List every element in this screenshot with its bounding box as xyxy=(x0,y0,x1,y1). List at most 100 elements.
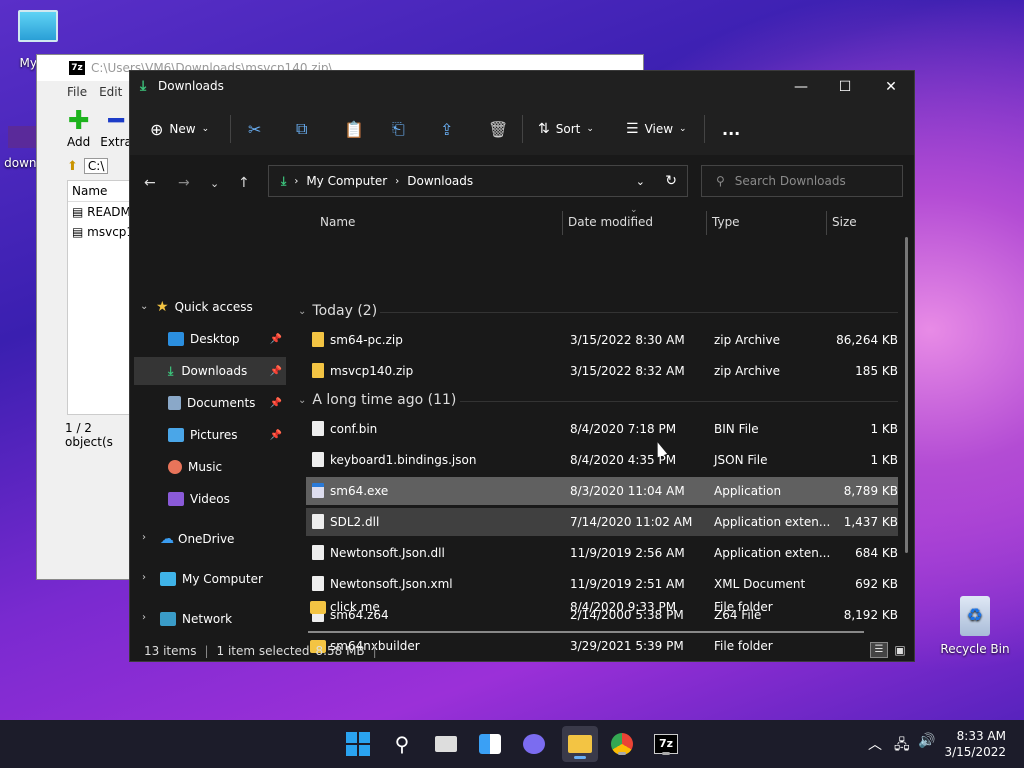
table-row[interactable]: keyboard1.bindings.json 8/4/2020 4:35 PM… xyxy=(306,446,898,474)
nav-desktop[interactable]: Desktop 📌 xyxy=(134,325,286,353)
zip-toolbar: ✚ Add ━ Extra xyxy=(67,107,132,153)
horizontal-scrollbar[interactable] xyxy=(308,631,864,633)
zip-path-bar[interactable]: ⬆ C:\ xyxy=(67,155,137,177)
desktop-icon-recycle-bin[interactable]: ♻ Recycle Bin xyxy=(940,596,1010,656)
teams-chat-button[interactable] xyxy=(520,730,548,758)
zip-col-name[interactable]: Name xyxy=(68,181,136,202)
chevron-down-icon: ⌄ xyxy=(298,394,307,406)
chevron-up-icon[interactable]: ︿ xyxy=(868,734,882,754)
chevron-right-icon: › xyxy=(395,175,400,187)
share-button[interactable]: ⇪ xyxy=(440,120,453,139)
vertical-scrollbar[interactable] xyxy=(905,237,908,553)
clock-date: 3/15/2022 xyxy=(944,745,1006,759)
search-button[interactable]: ⚲ xyxy=(388,730,416,758)
column-header-date[interactable]: Date modified xyxy=(568,215,653,229)
group-header-today[interactable]: ⌄ Today (2) xyxy=(298,303,377,319)
column-header-size[interactable]: Size xyxy=(832,215,857,229)
zip-file-list[interactable]: Name ▤ README ▤ msvcp14 xyxy=(67,180,137,415)
explorer-window[interactable]: ⤓ Downloads — ☐ ✕ ⊕ New ⌄ ✂ ⧉ 📋 ⎗ ⇪ 🗑 ⇅ … xyxy=(129,70,915,662)
network-icon xyxy=(160,612,176,626)
nav-music[interactable]: Music xyxy=(134,453,286,481)
taskbar-7zip[interactable]: 7z xyxy=(652,730,680,758)
chevron-down-icon[interactable]: ⌄ xyxy=(140,301,148,312)
nav-quick-access[interactable]: ★ Quick access xyxy=(156,293,308,321)
window-title: Downloads xyxy=(158,79,224,93)
widgets-icon xyxy=(479,734,501,754)
delete-button[interactable]: 🗑 xyxy=(488,120,508,139)
cut-button[interactable]: ✂ xyxy=(248,120,261,139)
network-tray-icon[interactable]: 🖧 xyxy=(894,734,910,758)
table-row[interactable]: click me 8/4/2020 9:33 PM File folder xyxy=(306,593,898,621)
refresh-icon[interactable]: ↻ xyxy=(665,173,677,189)
task-view-button[interactable] xyxy=(432,730,460,758)
breadcrumb-my-computer[interactable]: My Computer xyxy=(306,174,387,188)
computer-icon xyxy=(160,572,176,586)
folder-icon xyxy=(568,735,592,753)
more-options-button[interactable]: ... xyxy=(722,120,740,139)
zip-menu-file[interactable]: File xyxy=(67,85,87,99)
explorer-titlebar[interactable]: ⤓ Downloads — ☐ ✕ xyxy=(130,71,914,103)
file-icon xyxy=(312,421,324,436)
taskbar-file-explorer[interactable] xyxy=(562,726,598,762)
address-row: ← → ⌄ ↑ ⤓ › My Computer › Downloads ⌄ ↻ … xyxy=(130,155,914,207)
search-box[interactable]: ⚲ Search Downloads xyxy=(701,165,903,197)
table-row[interactable]: conf.bin 8/4/2020 7:18 PM BIN File 1 KB xyxy=(306,415,898,443)
address-dropdown-icon[interactable]: ⌄ xyxy=(636,175,645,188)
nav-pictures[interactable]: Pictures 📌 xyxy=(134,421,286,449)
running-indicator xyxy=(662,752,670,755)
rename-button[interactable]: ⎗ xyxy=(392,119,405,139)
sort-button[interactable]: ⇅ Sort ⌄ xyxy=(538,121,594,137)
maximize-button[interactable]: ☐ xyxy=(822,71,868,103)
nav-videos[interactable]: Videos xyxy=(134,485,286,513)
folder-up-icon: ⬆ xyxy=(67,158,78,174)
table-row[interactable]: SDL2.dll 7/14/2020 11:02 AM Application … xyxy=(306,508,898,536)
system-clock[interactable]: 8:33 AM 3/15/2022 xyxy=(944,728,1006,760)
start-button[interactable] xyxy=(344,730,372,758)
zip-menu-edit[interactable]: Edit xyxy=(99,85,122,99)
table-row[interactable]: msvcp140.zip 3/15/2022 8:32 AM zip Archi… xyxy=(306,357,898,385)
column-header-name[interactable]: Name xyxy=(320,215,355,229)
nav-downloads[interactable]: ⤓ Downloads 📌 xyxy=(134,357,286,385)
chevron-down-icon: ⌄ xyxy=(298,305,307,317)
divider xyxy=(230,115,231,143)
taskbar-chrome[interactable] xyxy=(608,730,636,758)
breadcrumb-downloads[interactable]: Downloads xyxy=(407,174,473,188)
chevron-down-icon: ⌄ xyxy=(586,124,594,134)
zip-add-button[interactable]: ✚ Add xyxy=(67,107,90,153)
up-button[interactable]: ↑ xyxy=(238,175,250,191)
details-view-icon[interactable]: ☰ xyxy=(870,642,888,658)
group-header-older[interactable]: ⌄ A long time ago (11) xyxy=(298,392,456,408)
tiles-view-icon[interactable]: ▣ xyxy=(892,642,908,658)
column-divider[interactable] xyxy=(826,211,827,235)
column-divider[interactable] xyxy=(562,211,563,235)
nav-documents[interactable]: Documents 📌 xyxy=(134,389,286,417)
folder-icon xyxy=(8,126,36,148)
status-bar: 13 items | 1 item selected 8.58 MB | ☰ ▣ xyxy=(130,641,914,661)
search-input[interactable]: Search Downloads xyxy=(735,174,846,188)
table-row[interactable]: sm64-pc.zip 3/15/2022 8:30 AM zip Archiv… xyxy=(306,326,898,354)
close-button[interactable]: ✕ xyxy=(868,71,914,103)
zip-list-item[interactable]: ▤ msvcp14 xyxy=(68,222,136,242)
table-row[interactable]: sm64.exe 8/3/2020 11:04 AM Application 8… xyxy=(306,477,898,505)
forward-button[interactable]: → xyxy=(178,175,190,191)
copy-button[interactable]: ⧉ xyxy=(296,119,307,139)
back-button[interactable]: ← xyxy=(144,175,156,191)
recent-locations-button[interactable]: ⌄ xyxy=(210,177,219,190)
zip-extract-button[interactable]: ━ Extra xyxy=(100,107,132,153)
pin-icon: 📌 xyxy=(269,397,282,409)
column-header-type[interactable]: Type xyxy=(712,215,740,229)
address-bar[interactable]: ⤓ › My Computer › Downloads ⌄ ↻ xyxy=(268,165,688,197)
chevron-right-icon[interactable]: › xyxy=(142,532,146,543)
widgets-button[interactable] xyxy=(476,730,504,758)
minimize-button[interactable]: — xyxy=(778,71,824,103)
table-row[interactable]: Newtonsoft.Json.dll 11/9/2019 2:56 AM Ap… xyxy=(306,539,898,567)
view-button[interactable]: ☰ View ⌄ xyxy=(626,121,687,137)
volume-icon[interactable]: 🔊 xyxy=(918,733,935,749)
chevron-right-icon[interactable]: › xyxy=(142,612,146,623)
column-divider[interactable] xyxy=(706,211,707,235)
chevron-right-icon[interactable]: › xyxy=(142,572,146,583)
zip-list-item[interactable]: ▤ README xyxy=(68,202,136,222)
paste-button[interactable]: 📋 xyxy=(344,120,364,139)
folder-icon xyxy=(310,601,326,614)
new-button[interactable]: ⊕ New ⌄ xyxy=(150,120,209,139)
